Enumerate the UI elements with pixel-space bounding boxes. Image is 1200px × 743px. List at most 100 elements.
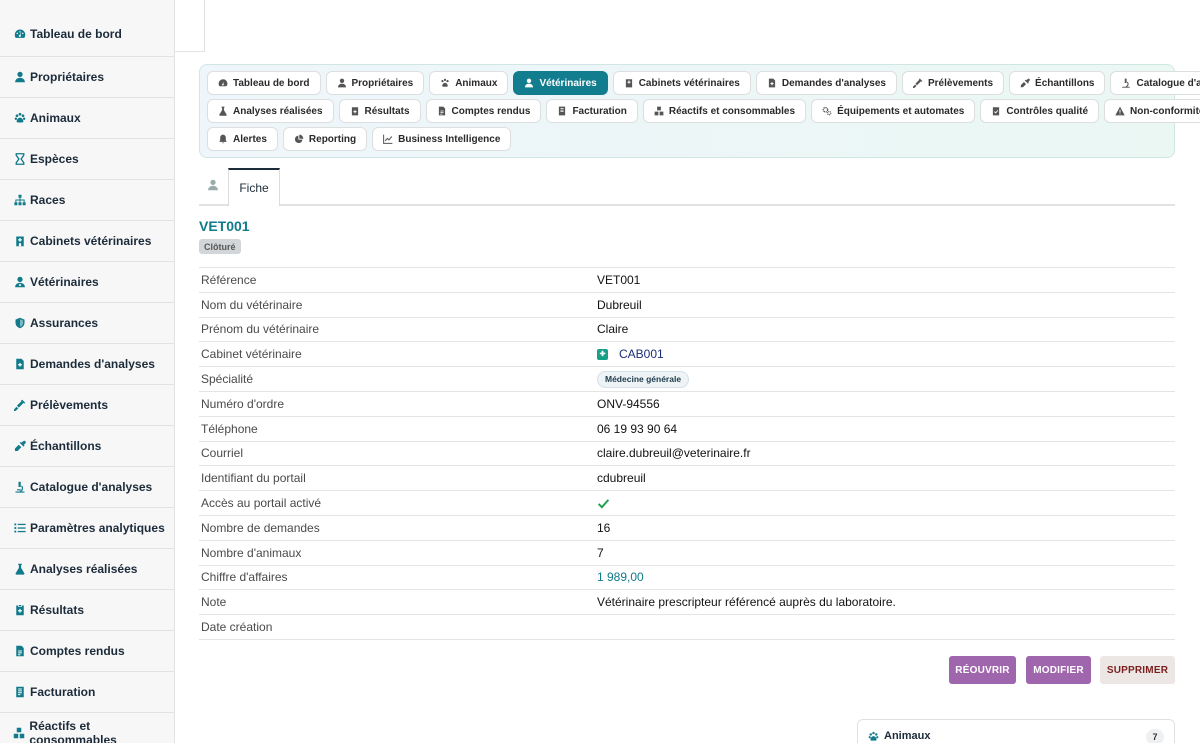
flask-icon (218, 106, 228, 116)
sidebar-item-tableau-de-bord[interactable]: Tableau de bord (0, 0, 174, 57)
specialite-chip: Médecine générale (597, 370, 690, 388)
nav-pill-label: Comptes rendus (451, 105, 531, 117)
sidebar-item-proprietaires[interactable]: Propriétaires (0, 57, 174, 98)
nav-pill-analyses-realisees[interactable]: Analyses réalisées (207, 99, 334, 123)
sidebar-item-prelevements[interactable]: Prélèvements (0, 385, 174, 426)
nav-pill-cabinets-veterinaires[interactable]: Cabinets vétérinaires (612, 71, 751, 95)
nav-pill-label: Propriétaires (351, 77, 414, 89)
sidebar-item-especes[interactable]: Espèces (0, 139, 174, 180)
detail-label: Nom du vétérinaire (201, 297, 303, 312)
edit-button[interactable]: MODIFIER (1026, 656, 1091, 684)
sidebar-item-label: Échantillons (30, 439, 102, 453)
sidebar-item-veterinaires[interactable]: Vétérinaires (0, 262, 174, 303)
nav-pill-label: Tableau de bord (233, 77, 310, 89)
detail-label: Spécialité (201, 372, 254, 387)
detail-value: Médecine générale (597, 370, 690, 388)
file-result-icon (350, 106, 360, 116)
detail-value: VET001 (597, 272, 641, 287)
detail-row-reference: Référence VET001 (199, 268, 1175, 293)
sidebar-item-label: Paramètres analytiques (30, 521, 165, 535)
eyedropper-icon (13, 440, 26, 453)
tab-fiche[interactable]: Fiche (228, 168, 280, 206)
sidebar-item-label: Demandes d'analyses (30, 357, 155, 371)
paw-icon (868, 731, 879, 742)
delete-button[interactable]: SUPPRIMER (1100, 656, 1175, 684)
nav-pill-catalogue-analyses[interactable]: Catalogue d'analyses (1110, 71, 1200, 95)
sidebar-item-reactifs-consommables[interactable]: Réactifs et consommables (0, 713, 174, 743)
nav-pill-reporting[interactable]: Reporting (282, 127, 368, 151)
sidebar-item-label: Résultats (30, 603, 85, 617)
tab-user-doctor[interactable] (199, 168, 227, 204)
detail-label: Date création (201, 620, 273, 635)
sidebar-item-resultats[interactable]: Résultats (0, 590, 174, 631)
detail-label: Accès au portail activé (201, 496, 322, 511)
sidebar-item-analyses-realisees[interactable]: Analyses réalisées (0, 549, 174, 590)
sidebar-item-echantillons[interactable]: Échantillons (0, 426, 174, 467)
quick-nav-row: Alertes Reporting Business Intelligence (207, 127, 1174, 151)
nav-pill-business-intelligence[interactable]: Business Intelligence (372, 127, 512, 151)
nav-pill-comptes-rendus[interactable]: Comptes rendus (425, 99, 542, 123)
nav-pill-resultats[interactable]: Résultats (338, 99, 421, 123)
nav-pill-label: Facturation (572, 105, 627, 117)
nav-pill-facturation[interactable]: Facturation (546, 99, 638, 123)
detail-row-chiffre-affaires: Chiffre d'affaires 1 989,00 (199, 566, 1175, 591)
clinic-icon (624, 78, 634, 88)
nav-pill-label: Analyses réalisées (233, 105, 323, 117)
sidebar-item-label: Vétérinaires (30, 275, 99, 289)
nav-pill-demandes-analyses[interactable]: Demandes d'analyses (755, 71, 897, 95)
reopen-button[interactable]: RÉOUVRIR (949, 656, 1016, 684)
sidebar-item-races[interactable]: Races (0, 180, 174, 221)
cabinet-link[interactable]: CAB001 (619, 347, 664, 361)
nav-pill-echantillons[interactable]: Échantillons (1009, 71, 1106, 95)
paw-icon (440, 78, 450, 88)
detail-value: Vétérinaire prescripteur référencé auprè… (597, 595, 896, 610)
detail-label: Nombre de demandes (201, 520, 320, 535)
nav-pill-proprietaires[interactable]: Propriétaires (325, 71, 425, 95)
nav-pill-alertes[interactable]: Alertes (207, 127, 278, 151)
invoice-icon (557, 106, 567, 116)
sidebar-item-parametres-analytiques[interactable]: Paramètres analytiques (0, 508, 174, 549)
detail-row-numero-ordre: Numéro d'ordre ONV-94556 (199, 392, 1175, 417)
nav-pill-label: Vétérinaires (539, 77, 597, 89)
animaux-card[interactable]: Animaux 7 (857, 719, 1175, 743)
nav-pill-equipements-automates[interactable]: Équipements et automates (811, 99, 976, 123)
record-title: VET001 (199, 218, 250, 234)
nav-pill-veterinaires[interactable]: Vétérinaires (513, 71, 608, 95)
bell-icon (218, 134, 228, 144)
detail-value: ✚ CAB001 (597, 347, 664, 361)
nav-pill-label: Cabinets vétérinaires (638, 77, 740, 89)
nav-pill-label: Prélèvements (927, 77, 994, 89)
file-medical-icon (767, 78, 777, 88)
nav-pill-label: Alertes (233, 133, 267, 145)
nav-pill-label: Demandes d'analyses (781, 77, 886, 89)
detail-value: 7 (597, 545, 604, 560)
nav-pill-prelevements[interactable]: Prélèvements (901, 71, 1005, 95)
nav-pill-tableau-de-bord[interactable]: Tableau de bord (207, 71, 321, 95)
sidebar-item-cabinets-veterinaires[interactable]: Cabinets vétérinaires (0, 221, 174, 262)
count-badge: 7 (1146, 729, 1164, 743)
header-corner (175, 0, 205, 52)
sidebar-item-label: Facturation (30, 685, 96, 699)
file-result-icon (13, 604, 26, 617)
nav-pill-reactifs-consommables[interactable]: Réactifs et consommables (642, 99, 807, 123)
sidebar-item-facturation[interactable]: Facturation (0, 672, 174, 713)
nav-pill-controles-qualite[interactable]: Contrôles qualité (980, 99, 1100, 123)
sidebar-item-animaux[interactable]: Animaux (0, 98, 174, 139)
nav-pill-non-conformites[interactable]: Non-conformités (1104, 99, 1200, 123)
clinic-icon (13, 235, 26, 248)
line-chart-icon (383, 134, 393, 144)
nav-pill-animaux[interactable]: Animaux (429, 71, 509, 95)
sidebar-item-label: Tableau de bord (30, 27, 122, 41)
detail-value: 06 19 93 90 64 (597, 421, 678, 436)
sidebar-item-assurances[interactable]: Assurances (0, 303, 174, 344)
card-header: Animaux (868, 730, 930, 742)
eyedropper-icon (1020, 78, 1030, 88)
sidebar-item-catalogue-analyses[interactable]: Catalogue d'analyses (0, 467, 174, 508)
syringe-icon (13, 399, 26, 412)
detail-value: Dubreuil (597, 297, 642, 312)
hourglass-icon (13, 153, 26, 166)
paw-icon (13, 112, 26, 125)
sidebar-item-demandes-analyses[interactable]: Demandes d'analyses (0, 344, 174, 385)
sidebar-item-comptes-rendus[interactable]: Comptes rendus (0, 631, 174, 672)
quick-nav-row: Tableau de bord Propriétaires Animaux Vé… (207, 71, 1200, 95)
